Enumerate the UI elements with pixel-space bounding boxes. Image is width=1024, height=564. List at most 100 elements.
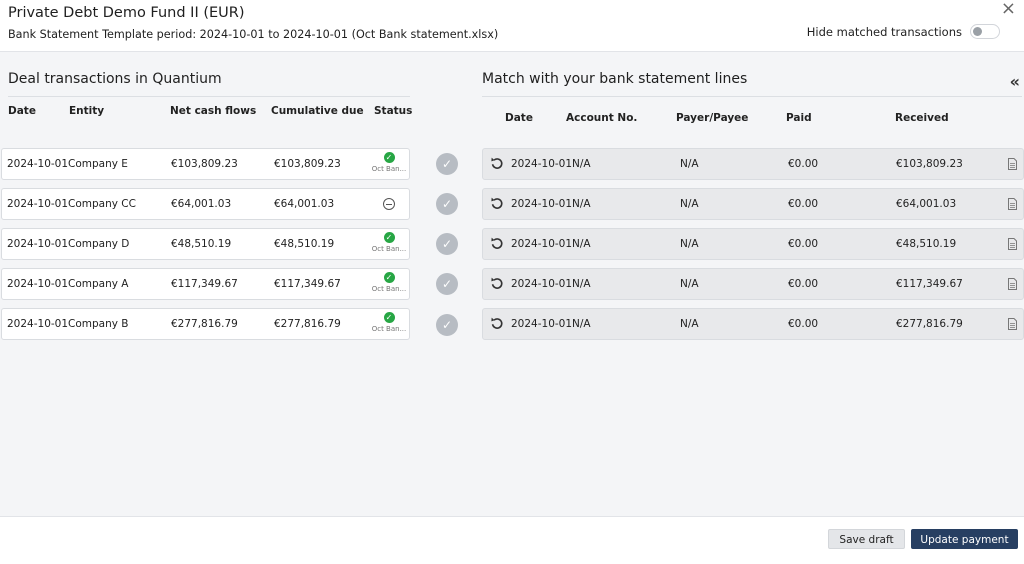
hide-matched-toggle[interactable]	[970, 24, 1000, 39]
deal-entity: Company A	[68, 278, 129, 290]
deal-date: 2024-10-01	[7, 238, 69, 250]
deal-net: €103,809.23	[171, 158, 238, 170]
deal-transactions-title: Deal transactions in Quantium	[8, 71, 222, 87]
deal-entity: Company CC	[68, 198, 136, 210]
undo-icon[interactable]	[490, 276, 504, 290]
status-text: Oct Ban...	[371, 165, 407, 173]
bank-received: €103,809.23	[896, 158, 963, 170]
hide-matched-label: Hide matched transactions	[806, 24, 962, 39]
check-circle-icon[interactable]: ✓	[436, 273, 458, 295]
undo-icon[interactable]	[490, 236, 504, 250]
document-icon[interactable]	[1008, 278, 1017, 290]
deal-col-status: Status	[374, 105, 413, 117]
check-circle-icon[interactable]: ✓	[436, 153, 458, 175]
document-icon[interactable]	[1008, 318, 1017, 330]
deal-row[interactable]: 2024-10-01 Company B €277,816.79 €277,81…	[1, 308, 410, 340]
check-icon: ✓	[383, 272, 395, 283]
deal-col-net: Net cash flows	[170, 105, 257, 117]
page-subtitle: Bank Statement Template period: 2024-10-…	[8, 28, 499, 41]
bank-account: N/A	[572, 158, 591, 170]
status-text: Oct Ban...	[371, 245, 407, 253]
deal-net: €277,816.79	[171, 318, 238, 330]
bank-payer: N/A	[680, 318, 699, 330]
update-payment-button[interactable]: Update payment	[911, 529, 1018, 549]
bank-payer: N/A	[680, 158, 699, 170]
collapse-panel-icon[interactable]: «	[1010, 72, 1020, 91]
bank-account: N/A	[572, 318, 591, 330]
bank-account: N/A	[572, 278, 591, 290]
hide-matched-control: Hide matched transactions	[807, 24, 1000, 39]
bank-account: N/A	[572, 238, 591, 250]
deal-date: 2024-10-01	[7, 198, 69, 210]
deal-net: €117,349.67	[171, 278, 238, 290]
bank-date: 2024-10-01	[511, 278, 573, 290]
document-icon[interactable]	[1008, 198, 1017, 210]
undo-icon[interactable]	[490, 316, 504, 330]
deal-net: €48,510.19	[171, 238, 232, 250]
check-circle-icon[interactable]: ✓	[436, 233, 458, 255]
deal-cumulative: €64,001.03	[274, 198, 335, 210]
bank-col-payer: Payer/Payee	[676, 112, 749, 124]
save-draft-button[interactable]: Save draft	[828, 529, 905, 549]
bank-paid: €0.00	[788, 318, 819, 330]
undo-icon[interactable]	[490, 156, 504, 170]
deal-date: 2024-10-01	[7, 278, 69, 290]
deal-row[interactable]: 2024-10-01 Company D €48,510.19 €48,510.…	[1, 228, 410, 260]
deal-row[interactable]: 2024-10-01 Company CC €64,001.03 €64,001…	[1, 188, 410, 220]
minus-circle-icon	[383, 198, 395, 210]
deal-date: 2024-10-01	[7, 158, 69, 170]
bank-account: N/A	[572, 198, 591, 210]
bank-col-account: Account No.	[566, 112, 638, 124]
page-title: Private Debt Demo Fund II (EUR)	[8, 5, 245, 21]
check-icon: ✓	[383, 232, 395, 243]
deal-entity: Company B	[68, 318, 129, 330]
status-cell	[370, 191, 408, 210]
bank-date: 2024-10-01	[511, 238, 573, 250]
bank-paid: €0.00	[788, 158, 819, 170]
deal-col-date: Date	[8, 105, 36, 117]
deal-net: €64,001.03	[171, 198, 232, 210]
bank-received: €277,816.79	[896, 318, 963, 330]
deal-row[interactable]: 2024-10-01 Company E €103,809.23 €103,80…	[1, 148, 410, 180]
status-text: Oct Ban...	[371, 285, 407, 293]
status-cell: ✓ Oct Ban...	[370, 151, 408, 173]
deal-divider	[8, 96, 410, 97]
bank-paid: €0.00	[788, 198, 819, 210]
deal-entity: Company E	[68, 158, 128, 170]
bank-received: €48,510.19	[896, 238, 957, 250]
bank-col-date: Date	[505, 112, 533, 124]
undo-icon[interactable]	[490, 196, 504, 210]
bank-payer: N/A	[680, 198, 699, 210]
bank-row[interactable]: 2024-10-01 N/A N/A €0.00 €64,001.03	[482, 188, 1024, 220]
status-text: Oct Ban...	[371, 325, 407, 333]
bank-payer: N/A	[680, 278, 699, 290]
check-circle-icon[interactable]: ✓	[436, 314, 458, 336]
deal-cumulative: €277,816.79	[274, 318, 341, 330]
bank-date: 2024-10-01	[511, 318, 573, 330]
document-icon[interactable]	[1008, 158, 1017, 170]
bank-row[interactable]: 2024-10-01 N/A N/A €0.00 €277,816.79	[482, 308, 1024, 340]
close-icon[interactable]: ×	[1001, 0, 1016, 18]
bank-paid: €0.00	[788, 238, 819, 250]
bank-lines-title: Match with your bank statement lines	[482, 71, 748, 87]
deal-cumulative: €117,349.67	[274, 278, 341, 290]
deal-date: 2024-10-01	[7, 318, 69, 330]
bank-row[interactable]: 2024-10-01 N/A N/A €0.00 €117,349.67	[482, 268, 1024, 300]
document-icon[interactable]	[1008, 238, 1017, 250]
bank-col-paid: Paid	[786, 112, 812, 124]
bank-received: €117,349.67	[896, 278, 963, 290]
bank-col-received: Received	[895, 112, 949, 124]
bank-row[interactable]: 2024-10-01 N/A N/A €0.00 €48,510.19	[482, 228, 1024, 260]
bank-date: 2024-10-01	[511, 198, 573, 210]
deal-cumulative: €103,809.23	[274, 158, 341, 170]
deal-cumulative: €48,510.19	[274, 238, 335, 250]
bank-paid: €0.00	[788, 278, 819, 290]
check-circle-icon[interactable]: ✓	[436, 193, 458, 215]
check-icon: ✓	[383, 312, 395, 323]
deal-row[interactable]: 2024-10-01 Company A €117,349.67 €117,34…	[1, 268, 410, 300]
dialog-footer: Save draft Update payment	[0, 516, 1024, 564]
status-cell: ✓ Oct Ban...	[370, 271, 408, 293]
bank-received: €64,001.03	[896, 198, 957, 210]
bank-row[interactable]: 2024-10-01 N/A N/A €0.00 €103,809.23	[482, 148, 1024, 180]
status-cell: ✓ Oct Ban...	[370, 311, 408, 333]
